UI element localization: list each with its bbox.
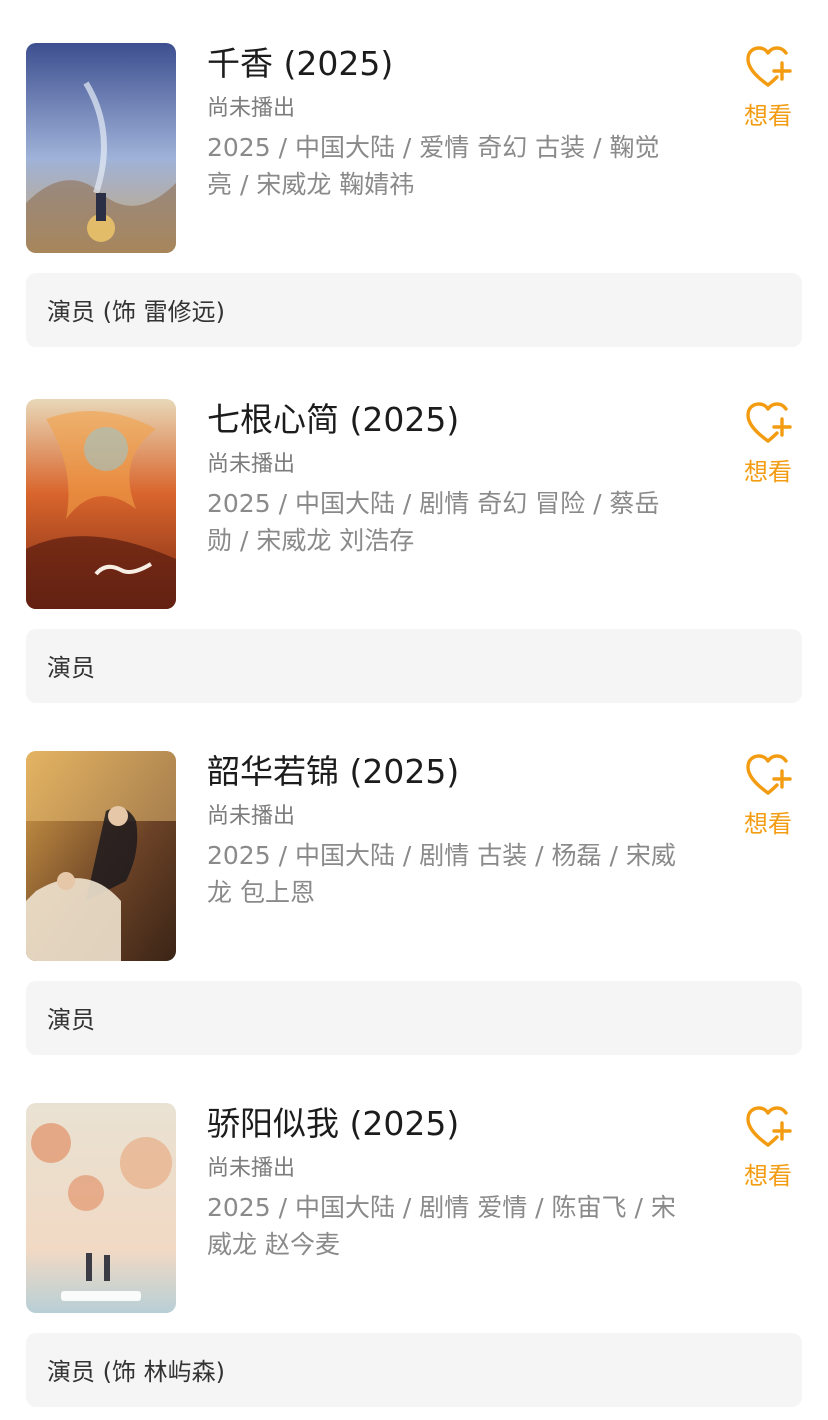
- want-to-watch-label: 想看: [744, 1162, 792, 1190]
- list-item[interactable]: 韶华若锦 (2025) 尚未播出 2025 / 中国大陆 / 剧情 古装 / 杨…: [0, 708, 828, 1060]
- item-status: 尚未播出: [207, 452, 296, 477]
- filmography-list: 千香 (2025) 尚未播出 2025 / 中国大陆 / 爱情 奇幻 古装 / …: [0, 0, 828, 1420]
- role-info-bar: 演员: [26, 629, 802, 703]
- item-meta: 2025 / 中国大陆 / 剧情 爱情 / 陈宙飞 / 宋威龙 赵今麦: [207, 1193, 676, 1259]
- item-title[interactable]: 千香 (2025): [207, 43, 393, 85]
- want-to-watch-label: 想看: [744, 458, 792, 486]
- want-to-watch-label: 想看: [744, 102, 792, 130]
- item-status: 尚未播出: [207, 1156, 296, 1181]
- item-title[interactable]: 骄阳似我 (2025): [207, 1103, 459, 1145]
- item-status: 尚未播出: [207, 96, 296, 121]
- want-to-watch-button[interactable]: 想看: [736, 45, 800, 135]
- poster-art: [26, 43, 176, 253]
- heart-plus-icon: [746, 754, 792, 795]
- heart-plus-icon: [746, 1106, 792, 1147]
- list-item[interactable]: 七根心简 (2025) 尚未播出 2025 / 中国大陆 / 剧情 奇幻 冒险 …: [0, 356, 828, 708]
- want-to-watch-label: 想看: [744, 810, 792, 838]
- item-title[interactable]: 韶华若锦 (2025): [207, 751, 459, 793]
- poster-art: [26, 399, 176, 609]
- item-meta: 2025 / 中国大陆 / 剧情 奇幻 冒险 / 蔡岳勋 / 宋威龙 刘浩存: [207, 489, 660, 555]
- heart-plus-icon: [746, 402, 792, 443]
- role-info-bar: 演员 (饰 雷修远): [26, 273, 802, 347]
- list-item[interactable]: 千香 (2025) 尚未播出 2025 / 中国大陆 / 爱情 奇幻 古装 / …: [0, 0, 828, 352]
- poster-image[interactable]: [26, 43, 176, 253]
- poster-image[interactable]: [26, 1103, 176, 1313]
- item-meta: 2025 / 中国大陆 / 剧情 古装 / 杨磊 / 宋威龙 包上恩: [207, 841, 676, 907]
- poster-art: [26, 751, 176, 961]
- poster-art: [26, 1103, 176, 1313]
- item-status: 尚未播出: [207, 804, 296, 829]
- want-to-watch-button[interactable]: 想看: [736, 1105, 800, 1195]
- item-meta: 2025 / 中国大陆 / 爱情 奇幻 古装 / 鞠觉亮 / 宋威龙 鞠婧祎: [207, 133, 660, 199]
- heart-plus-icon: [746, 46, 792, 87]
- want-to-watch-button[interactable]: 想看: [736, 753, 800, 843]
- list-item[interactable]: 骄阳似我 (2025) 尚未播出 2025 / 中国大陆 / 剧情 爱情 / 陈…: [0, 1060, 828, 1412]
- want-to-watch-button[interactable]: 想看: [736, 401, 800, 491]
- role-info-bar: 演员 (饰 林屿森): [26, 1333, 802, 1407]
- poster-image[interactable]: [26, 399, 176, 609]
- role-info-bar: 演员: [26, 981, 802, 1055]
- item-title[interactable]: 七根心简 (2025): [207, 399, 459, 441]
- poster-image[interactable]: [26, 751, 176, 961]
